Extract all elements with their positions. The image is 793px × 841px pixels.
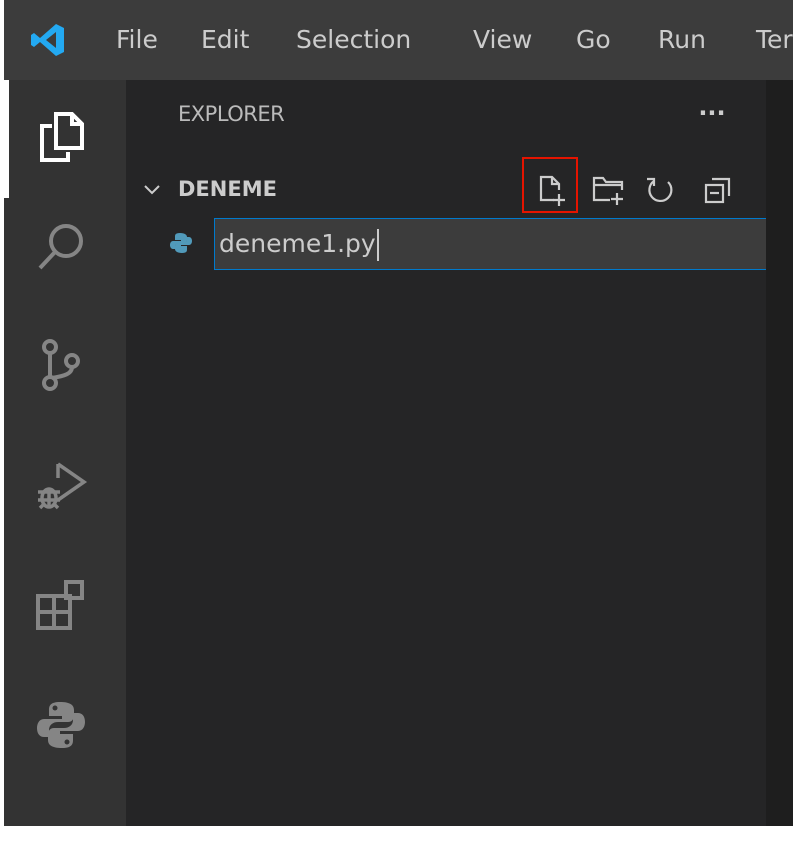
run-debug-icon[interactable]: [34, 458, 88, 512]
menu-go[interactable]: Go: [576, 20, 611, 60]
folder-header[interactable]: DENEME: [126, 170, 766, 210]
new-file-name-input[interactable]: deneme1.py: [214, 218, 769, 270]
collapse-all-icon[interactable]: [700, 172, 736, 208]
chevron-down-icon[interactable]: [142, 180, 162, 200]
refresh-icon[interactable]: [642, 172, 678, 208]
python-icon[interactable]: [34, 698, 88, 752]
menu-selection[interactable]: Selection: [296, 20, 411, 60]
source-control-icon[interactable]: [34, 338, 88, 392]
new-file-highlight-box: [522, 157, 578, 213]
title-bar: File Edit Selection View Go Run Ter: [4, 0, 793, 80]
new-folder-icon[interactable]: [590, 172, 626, 208]
vscode-window: File Edit Selection View Go Run Ter EXPL…: [4, 0, 793, 826]
text-cursor: [376, 229, 379, 261]
menu-run[interactable]: Run: [658, 20, 706, 60]
new-file-row: deneme1.py: [126, 218, 769, 272]
sidebar-title: EXPLORER: [178, 102, 285, 126]
explorer-icon[interactable]: [34, 110, 88, 164]
menu-edit[interactable]: Edit: [201, 20, 249, 60]
menu-view[interactable]: View: [473, 20, 532, 60]
folder-name: DENEME: [178, 177, 277, 201]
python-file-icon: [170, 233, 192, 253]
activity-bar: [4, 80, 126, 826]
active-view-indicator: [4, 80, 9, 198]
search-icon[interactable]: [34, 220, 88, 274]
more-actions-button[interactable]: ...: [692, 92, 732, 122]
vscode-logo-icon: [31, 24, 64, 56]
explorer-sidebar: EXPLORER ... DENEME deneme1.py: [126, 80, 769, 826]
menu-terminal[interactable]: Ter: [756, 20, 793, 60]
editor-area[interactable]: [766, 80, 793, 826]
menu-file[interactable]: File: [116, 20, 158, 60]
file-name-text: deneme1.py: [219, 229, 376, 258]
extensions-icon[interactable]: [34, 578, 88, 632]
